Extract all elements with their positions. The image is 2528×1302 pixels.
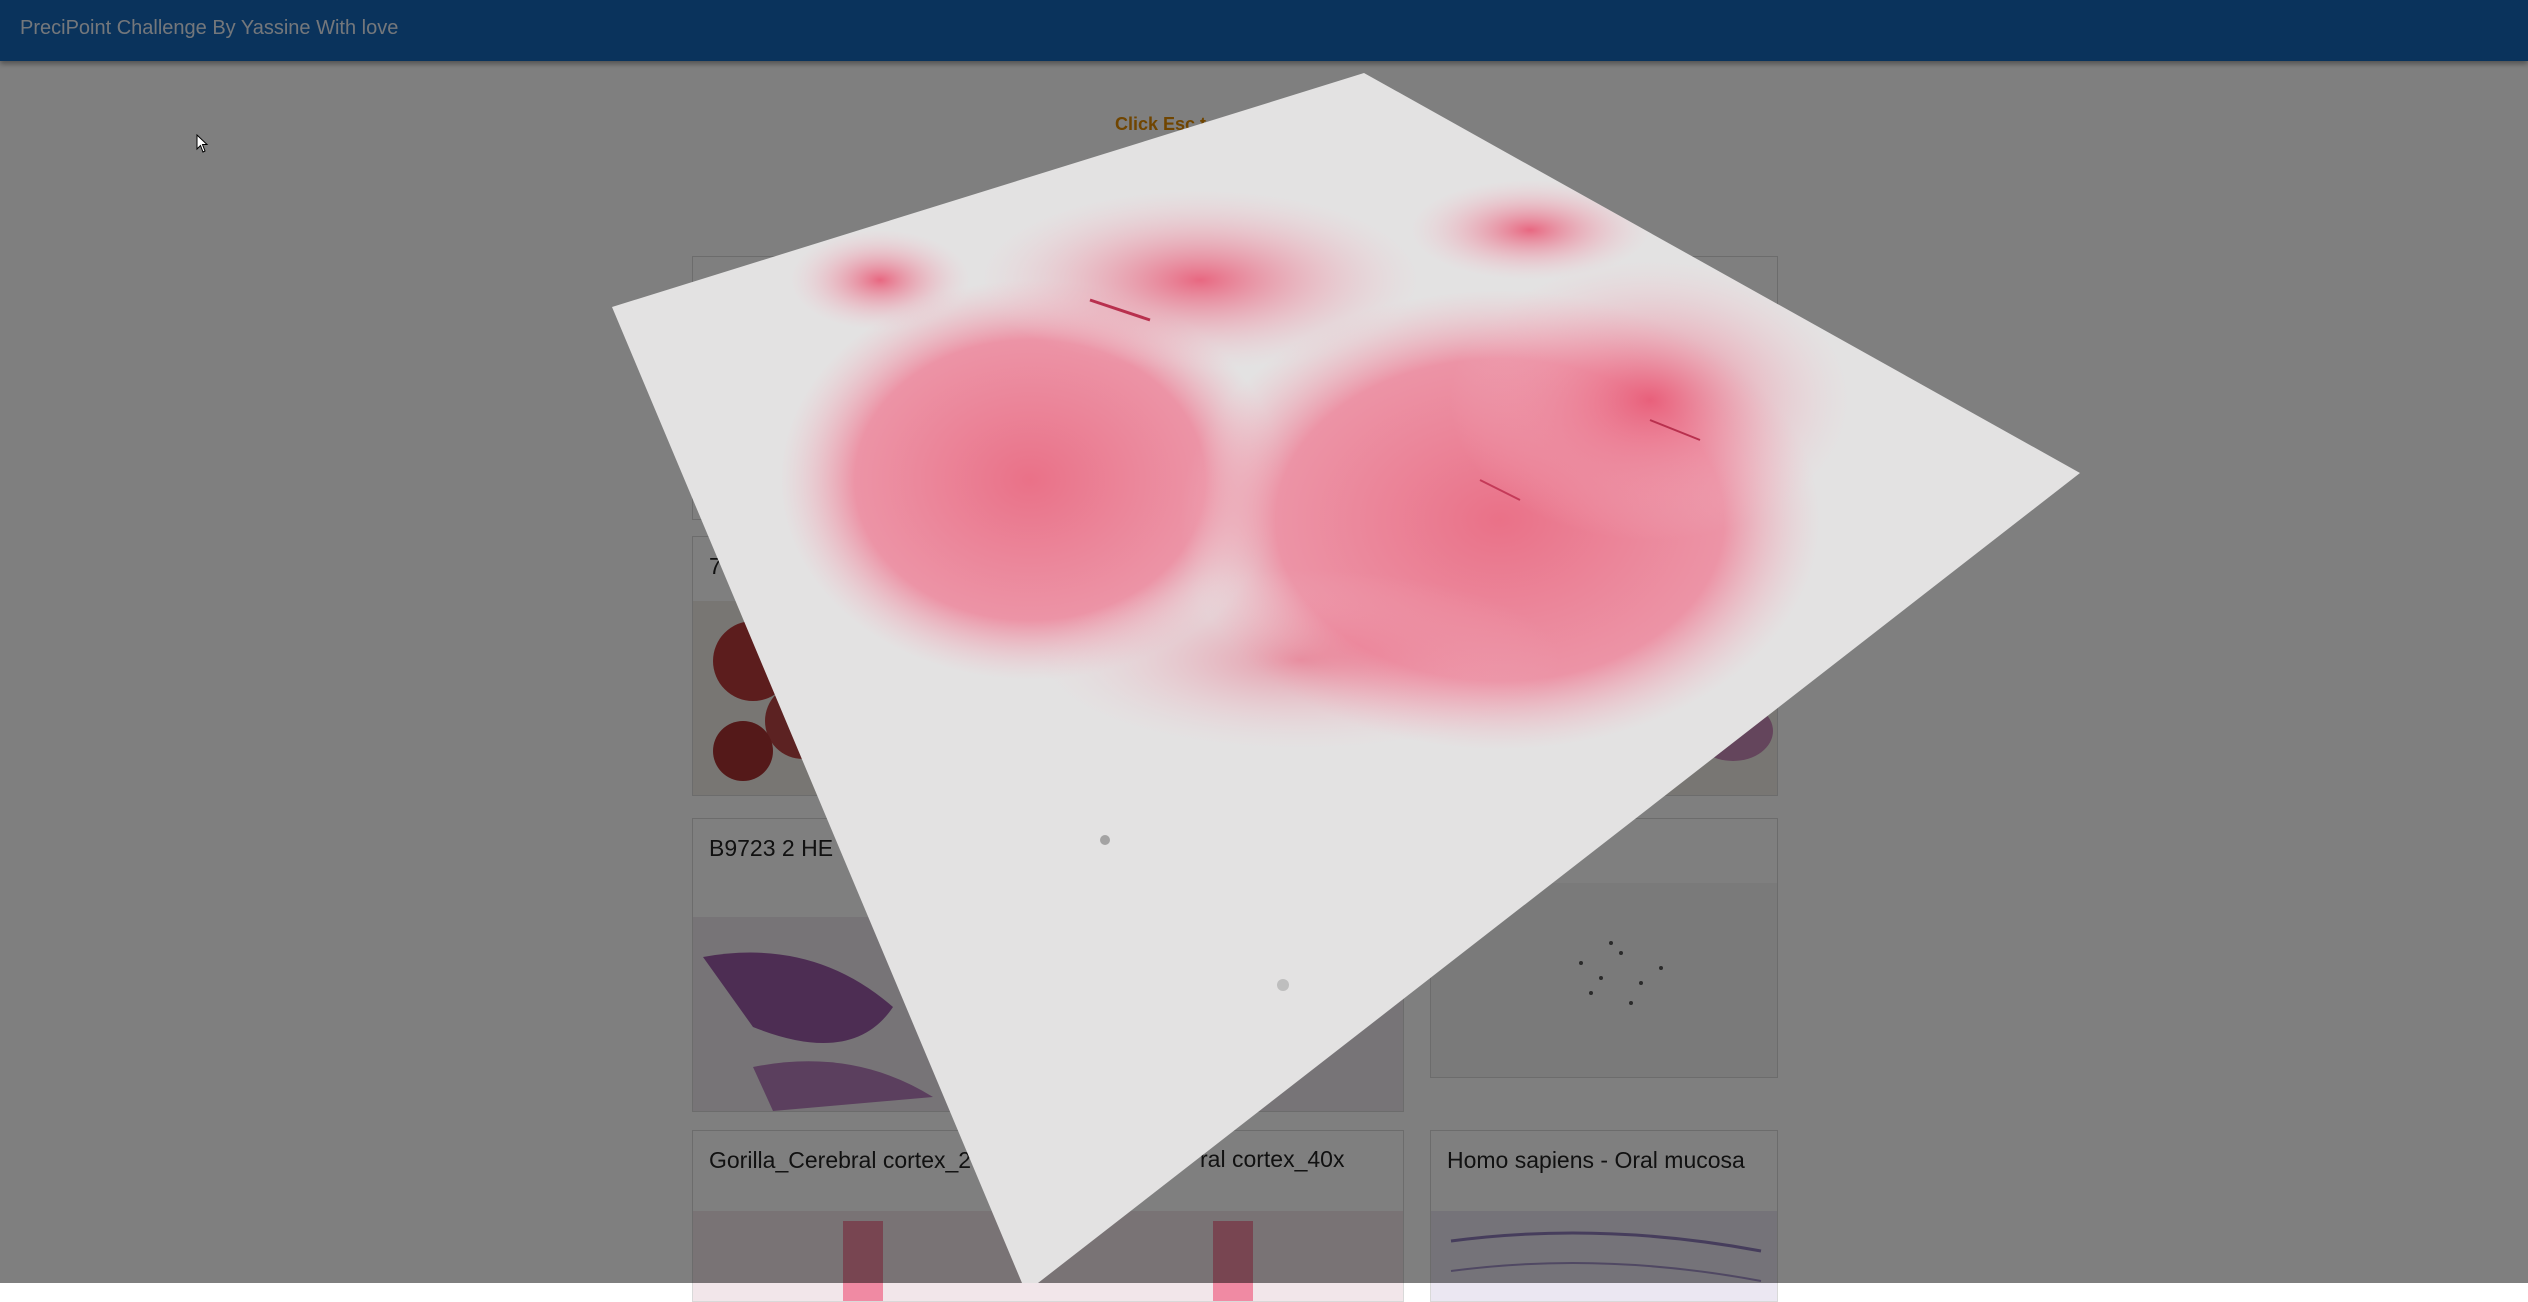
slide-image-3d [612, 73, 2080, 1283]
mouse-cursor-icon [196, 133, 210, 159]
slide-preview-modal[interactable] [0, 0, 2528, 1283]
